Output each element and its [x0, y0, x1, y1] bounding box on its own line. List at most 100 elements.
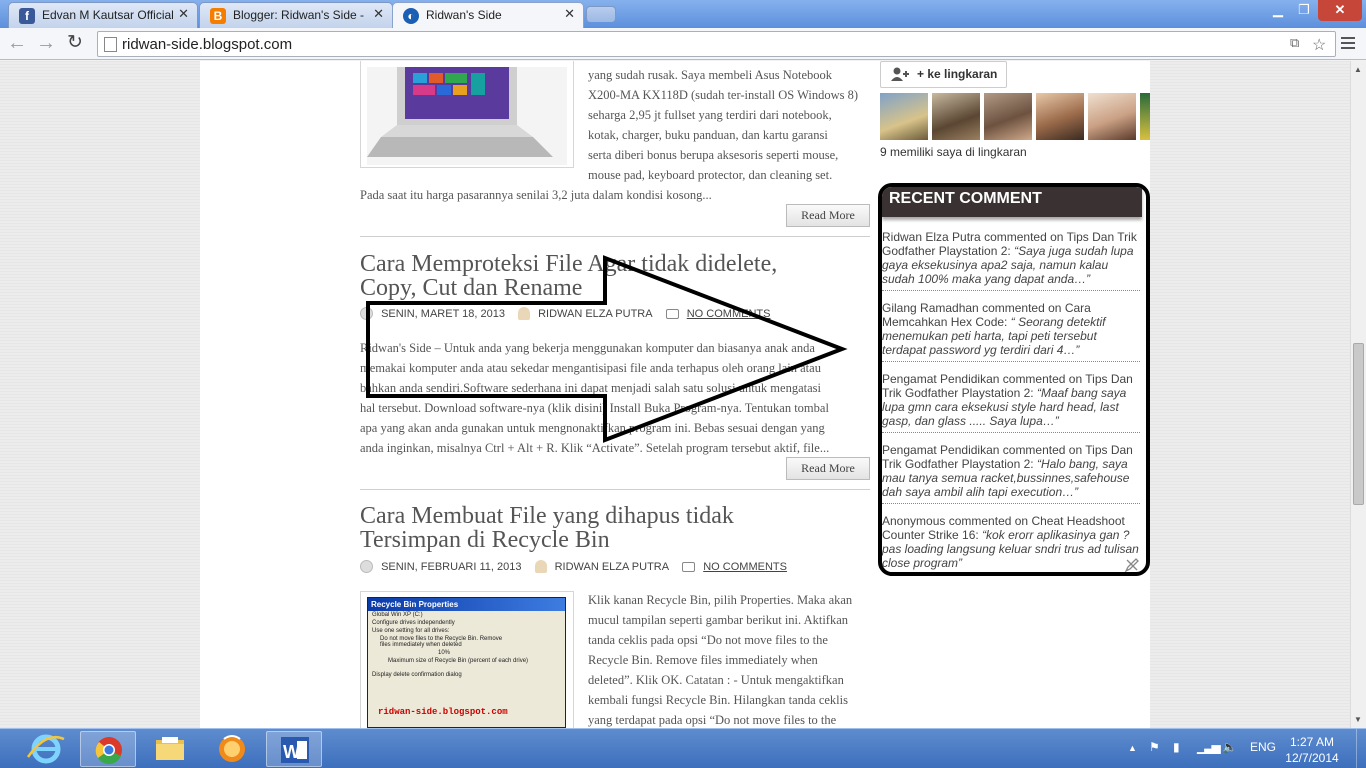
comment-separator: [882, 432, 1140, 433]
new-tab-button[interactable]: [586, 6, 616, 22]
post-date: SENIN, FEBRUARI 11, 2013: [381, 560, 522, 573]
clock-icon: [360, 560, 373, 573]
comment-item[interactable]: Pengamat Pendidikan commented on Tips Da…: [882, 372, 1140, 428]
post-body: Klik kanan Recycle Bin, pilih Properties…: [588, 593, 853, 727]
chrome-taskbar-icon[interactable]: [80, 731, 136, 767]
vertical-scrollbar[interactable]: ▲ ▼: [1350, 61, 1366, 728]
maximize-button[interactable]: ❐: [1291, 0, 1317, 21]
clock-date: 12/7/2014: [1285, 751, 1339, 765]
browser-toolbar: ← → ↻ ridwan-side.blogspot.com ⧉ ☆: [0, 28, 1366, 60]
clock-icon: [360, 307, 373, 320]
dialog-title: Recycle Bin Properties: [368, 598, 565, 611]
close-tab-icon[interactable]: ✕: [564, 6, 575, 22]
chrome-page-icon: ◐: [403, 8, 419, 24]
close-tab-icon[interactable]: ✕: [373, 6, 384, 22]
language-indicator[interactable]: ENG: [1250, 740, 1276, 754]
windows-taskbar: W ▲ ⚑ ▮ ▁▃▅ 🔈 ENG 1:27 AM 12/7/2014: [0, 728, 1366, 768]
translate-icon[interactable]: ⧉: [1290, 35, 1299, 51]
comment-item[interactable]: Anonymous commented on Cheat Headshoot C…: [882, 514, 1140, 570]
tab-title: Blogger: Ridwan's Side - B: [233, 8, 368, 22]
read-more-button[interactable]: Read More: [786, 204, 870, 227]
follower-avatar[interactable]: [984, 93, 1032, 140]
action-center-flag-icon[interactable]: ⚑: [1149, 740, 1160, 754]
comment-separator: [882, 290, 1140, 291]
follower-avatar[interactable]: [932, 93, 980, 140]
post-body: Ridwan's Side – Untuk anda yang bekerja …: [360, 341, 830, 455]
laptop-image: [367, 67, 567, 165]
comment-item[interactable]: Gilang Ramadhan commented on Cara Memcah…: [882, 301, 1140, 357]
comments-link[interactable]: NO COMMENTS: [687, 308, 771, 320]
post-excerpt-last-line: Pada saat itu harga pasarannya senilai 3…: [360, 188, 712, 202]
file-explorer-icon[interactable]: [142, 731, 198, 767]
show-hidden-icons-icon[interactable]: ▲: [1128, 743, 1137, 753]
forward-button[interactable]: →: [34, 32, 58, 56]
recent-comment-widget: RECENT COMMENT Ridwan Elza Putra comment…: [878, 183, 1150, 576]
internet-explorer-icon[interactable]: [18, 731, 74, 767]
comment-separator: [882, 361, 1140, 362]
network-signal-icon[interactable]: ▁▃▅: [1197, 740, 1221, 754]
page-icon: [104, 37, 117, 52]
post-meta: SENIN, MARET 18, 2013 RIDWAN ELZA PUTRA …: [360, 307, 770, 320]
page-viewport: yang sudah rusak. Saya membeli Asus Note…: [0, 61, 1350, 728]
follower-avatar[interactable]: [880, 93, 928, 140]
follower-avatar[interactable]: [1140, 93, 1150, 140]
widget-heading: RECENT COMMENT: [882, 187, 1142, 217]
comment-icon: [665, 308, 679, 319]
add-to-circles-button[interactable]: + ke lingkaran: [880, 61, 1007, 88]
comment-separator: [882, 503, 1140, 504]
follow-label: + ke lingkaran: [917, 67, 998, 81]
post-excerpt: yang sudah rusak. Saya membeli Asus Note…: [588, 68, 859, 182]
follower-avatar[interactable]: [1036, 93, 1084, 140]
tab-blogger[interactable]: B Blogger: Ridwan's Side - B ✕: [199, 2, 393, 28]
scroll-down-icon[interactable]: ▼: [1354, 715, 1362, 724]
reload-button[interactable]: ↻: [63, 32, 87, 56]
post-date: SENIN, MARET 18, 2013: [381, 307, 505, 320]
url-text: ridwan-side.blogspot.com: [122, 36, 293, 53]
media-player-icon[interactable]: [204, 731, 260, 767]
recycle-bin-properties-image: Recycle Bin Properties Global Win XP (C:…: [367, 597, 566, 728]
tab-ridwans-side[interactable]: ◐ Ridwan's Side ✕: [392, 2, 584, 28]
tab-title: Ridwan's Side: [426, 8, 502, 22]
show-desktop-button[interactable]: [1356, 729, 1366, 768]
comment-item[interactable]: Pengamat Pendidikan commented on Tips Da…: [882, 443, 1140, 499]
svg-text:W: W: [283, 742, 300, 762]
user-icon: [518, 307, 531, 320]
circles-count: 9 memiliki saya di lingkaran: [880, 145, 1027, 159]
post-title-link[interactable]: Cara Membuat File yang dihapus tidak Ter…: [360, 504, 734, 552]
chrome-menu-button[interactable]: [1338, 34, 1358, 54]
browser-tab-strip: f Edvan M Kautsar Official ✕ B Blogger: …: [0, 0, 1366, 28]
clock-time: 1:27 AM: [1289, 735, 1335, 749]
post-divider: [360, 489, 870, 490]
image-watermark: ridwan-side.blogspot.com: [378, 707, 508, 717]
tab-title: Edvan M Kautsar Official: [42, 8, 173, 22]
close-tab-icon[interactable]: ✕: [178, 6, 189, 22]
system-clock[interactable]: 1:27 AM 12/7/2014: [1282, 734, 1342, 766]
add-person-icon: [891, 67, 909, 81]
user-icon: [534, 560, 547, 573]
facebook-icon: f: [19, 8, 35, 24]
blogger-icon: B: [210, 8, 226, 24]
volume-icon[interactable]: 🔈: [1222, 740, 1237, 754]
address-bar[interactable]: ridwan-side.blogspot.com ⧉ ☆: [97, 31, 1336, 57]
edit-widget-icon[interactable]: [1124, 557, 1140, 573]
comment-item[interactable]: Ridwan Elza Putra commented on Tips Dan …: [882, 230, 1140, 286]
back-button[interactable]: ←: [5, 32, 29, 56]
post-author[interactable]: RIDWAN ELZA PUTRA: [538, 308, 653, 320]
word-taskbar-icon[interactable]: W: [266, 731, 322, 767]
scrollbar-thumb[interactable]: [1353, 343, 1364, 505]
minimize-button[interactable]: ▁: [1265, 0, 1291, 21]
laptop-thumbnail[interactable]: [360, 61, 574, 168]
post-divider: [360, 236, 870, 237]
scroll-up-icon[interactable]: ▲: [1354, 65, 1362, 74]
tab-facebook[interactable]: f Edvan M Kautsar Official ✕: [8, 2, 198, 28]
comments-link[interactable]: NO COMMENTS: [703, 561, 787, 573]
post-title-link[interactable]: Cara Memproteksi File Agar tidak didelet…: [360, 252, 777, 300]
bookmark-star-icon[interactable]: ☆: [1312, 35, 1326, 55]
post-author[interactable]: RIDWAN ELZA PUTRA: [555, 561, 670, 573]
close-window-button[interactable]: ✕: [1318, 0, 1362, 21]
battery-icon[interactable]: ▮: [1173, 740, 1180, 754]
read-more-button[interactable]: Read More: [786, 457, 870, 480]
post-meta: SENIN, FEBRUARI 11, 2013 RIDWAN ELZA PUT…: [360, 560, 787, 573]
comment-icon: [682, 561, 696, 572]
follower-avatar[interactable]: [1088, 93, 1136, 140]
